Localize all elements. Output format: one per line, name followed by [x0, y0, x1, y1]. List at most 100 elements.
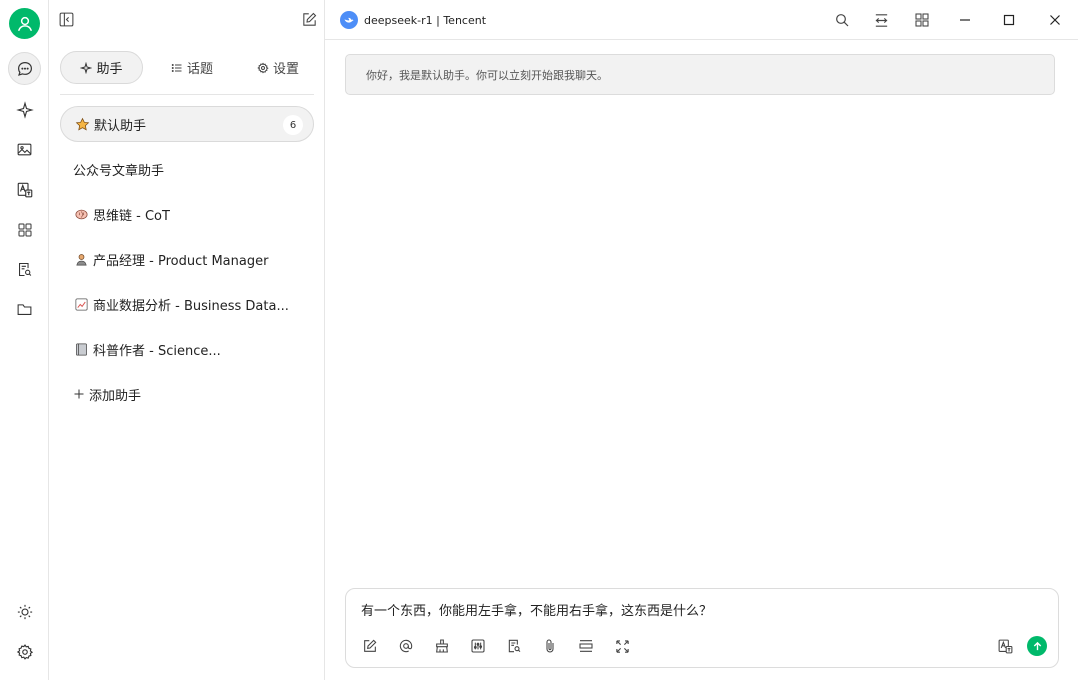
rail-files-button[interactable] — [8, 293, 41, 326]
assistant-list: 默认助手 6 公众号文章助手 思维链 - CoT 产品经理 - Product … — [60, 106, 314, 412]
gear-icon — [257, 62, 269, 73]
chat-header: deepseek-r1 | Tencent — [325, 0, 1078, 40]
welcome-text: 你好，我是默认助手。你可以立刻开始跟我聊天。 — [366, 68, 608, 82]
assistant-item-business-data[interactable]: 商业数据分析 - Business Data... — [60, 286, 314, 322]
edit-icon — [364, 639, 377, 652]
mention-model-button[interactable] — [396, 636, 416, 656]
insert-divider-button[interactable] — [576, 636, 596, 656]
rail-knowledge-button[interactable] — [8, 253, 41, 286]
welcome-message: 你好，我是默认助手。你可以立刻开始跟我聊天。 — [345, 54, 1055, 95]
search-button[interactable] — [831, 9, 853, 31]
assistant-item-science-writer[interactable]: 科普作者 - Science... — [60, 331, 314, 367]
message-composer[interactable]: 有一个东西，你能用左手拿，不能用右手拿，这东西是什么？ — [345, 588, 1059, 668]
narrow-mode-button[interactable] — [870, 9, 892, 31]
translate-icon — [998, 639, 1012, 653]
rail-image-button[interactable] — [8, 133, 41, 166]
maximize-button[interactable] — [998, 9, 1020, 31]
doc-search-icon — [19, 262, 32, 277]
model-selector[interactable]: deepseek-r1 | Tencent — [340, 10, 486, 30]
tab-settings[interactable]: 设置 — [238, 51, 318, 84]
apps-grid-icon — [18, 223, 31, 236]
panel-toolbar — [49, 0, 325, 40]
doc-search-icon — [508, 639, 521, 653]
width-toggle-icon — [875, 13, 887, 27]
add-assistant-button[interactable]: 添加助手 — [60, 376, 314, 412]
rail-agents-button[interactable] — [8, 93, 41, 126]
assistant-label: 公众号文章助手 — [73, 163, 165, 179]
sparkle-icon — [15, 100, 34, 119]
rail-translate-button[interactable] — [8, 173, 41, 206]
divider-icon — [579, 640, 593, 652]
assistant-item-product-manager[interactable]: 产品经理 - Product Manager — [60, 241, 314, 277]
maximize-icon — [1003, 14, 1015, 26]
message-input[interactable]: 有一个东西，你能用左手拿，不能用右手拿，这东西是什么？ — [361, 600, 712, 619]
user-avatar[interactable] — [9, 8, 40, 39]
person-icon — [73, 251, 89, 267]
tab-topics[interactable]: 话题 — [152, 51, 232, 84]
clear-context-button[interactable] — [432, 636, 452, 656]
search-icon — [836, 14, 849, 27]
star-icon — [74, 116, 90, 132]
gear-icon — [16, 643, 33, 660]
add-assistant-label: 添加助手 — [89, 388, 142, 404]
rail-chat-button[interactable] — [8, 52, 41, 85]
sparkle-icon — [80, 61, 93, 74]
send-button[interactable] — [1027, 636, 1047, 656]
attach-file-button[interactable] — [540, 636, 560, 656]
chart-icon — [73, 296, 89, 312]
rail-apps-button[interactable] — [8, 213, 41, 246]
translate-icon — [17, 182, 32, 197]
nav-rail — [0, 0, 49, 680]
tab-label: 助手 — [96, 62, 123, 77]
brain-icon — [73, 206, 89, 222]
plus-icon — [74, 389, 84, 399]
image-icon — [17, 143, 32, 156]
list-icon — [171, 63, 182, 72]
assistant-panel: 助手 话题 设置 默认助手 6 公众号文章助手 思维链 - CoT 产品经理 -… — [49, 0, 325, 680]
assistant-label: 产品经理 - Product Manager — [93, 253, 269, 269]
sidebar-toggle-icon — [59, 12, 73, 26]
topic-count-badge: 6 — [283, 115, 303, 135]
assistant-label: 商业数据分析 - Business Data... — [93, 298, 289, 314]
close-icon — [1050, 15, 1060, 25]
new-topic-tool-button[interactable] — [360, 636, 380, 656]
paperclip-icon — [546, 639, 554, 653]
chat-bubble-icon — [17, 61, 32, 76]
folder-icon — [17, 304, 32, 315]
sliders-icon — [471, 639, 485, 653]
assistant-item-default[interactable]: 默认助手 6 — [60, 106, 314, 142]
assistant-label: 科普作者 - Science... — [93, 343, 221, 359]
assistant-label: 默认助手 — [94, 118, 147, 134]
edit-icon — [302, 12, 316, 26]
at-sign-icon — [399, 639, 413, 653]
apps-grid-icon — [915, 13, 929, 27]
sidebar-tabs: 助手 话题 设置 — [60, 50, 314, 95]
layout-button[interactable] — [911, 9, 933, 31]
model-name: deepseek-r1 | Tencent — [364, 13, 487, 27]
expand-icon — [615, 639, 629, 653]
assistant-item-cot[interactable]: 思维链 - CoT — [60, 196, 314, 232]
translate-input-button[interactable] — [995, 636, 1015, 656]
collapse-sidebar-button[interactable] — [55, 8, 77, 30]
arrow-up-icon — [1033, 641, 1041, 650]
expand-input-button[interactable] — [612, 636, 632, 656]
tab-label: 话题 — [186, 62, 213, 77]
rail-theme-button[interactable] — [8, 595, 41, 628]
close-button[interactable] — [1044, 9, 1066, 31]
minimize-icon — [960, 19, 970, 21]
rail-settings-button[interactable] — [8, 635, 41, 668]
assistant-label: 思维链 - CoT — [93, 208, 170, 224]
user-icon — [17, 16, 32, 31]
settings-sliders-button[interactable] — [468, 636, 488, 656]
tab-assistants[interactable]: 助手 — [60, 51, 143, 84]
deepseek-logo-icon — [340, 11, 358, 29]
new-topic-button[interactable] — [298, 8, 320, 30]
tab-label: 设置 — [272, 62, 299, 77]
sun-icon — [17, 604, 32, 619]
minimize-button[interactable] — [954, 9, 976, 31]
book-icon — [73, 341, 89, 357]
brush-icon — [436, 639, 448, 653]
knowledge-base-button[interactable] — [504, 636, 524, 656]
assistant-item-wechat-article[interactable]: 公众号文章助手 — [60, 151, 314, 187]
chat-area: deepseek-r1 | Tencent 你好，我是默认助手。你可以立刻开始跟… — [325, 0, 1078, 680]
